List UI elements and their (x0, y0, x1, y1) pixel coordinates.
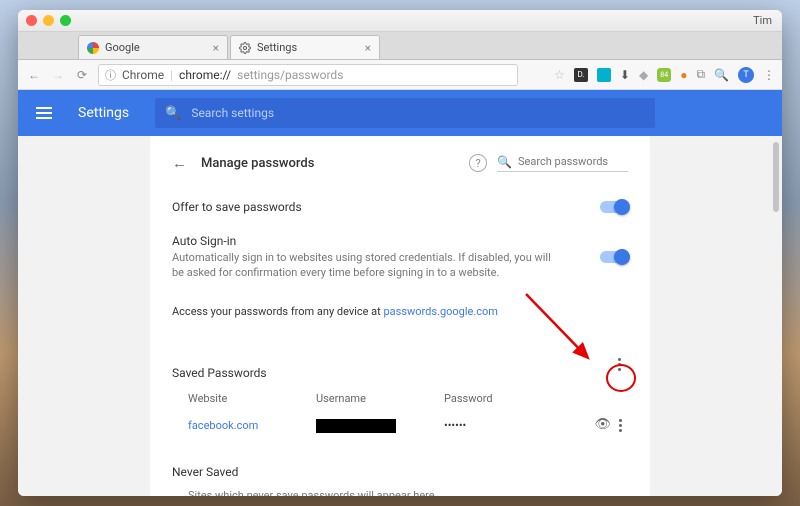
extension-icon[interactable]: ◆ (639, 68, 648, 82)
close-window-button[interactable] (26, 15, 37, 26)
saved-passwords-more-button[interactable] (610, 356, 628, 374)
extension-icon[interactable]: 84 (657, 68, 671, 82)
extension-icon[interactable]: ⬇ (620, 68, 630, 82)
profile-name: Tim (753, 14, 772, 27)
zoom-window-button[interactable] (60, 15, 71, 26)
back-button[interactable]: ← (26, 68, 42, 82)
saved-passwords-label: Saved Passwords (172, 366, 610, 380)
saved-passwords-header: Saved Passwords (172, 350, 628, 380)
show-password-icon[interactable]: 👁 (594, 417, 611, 435)
card-header: ← Manage passwords ? 🔍 (172, 154, 628, 172)
offer-save-label: Offer to save passwords (172, 200, 600, 214)
browser-window: Tim Google × Settings × ← → ⟳ ⓘ Chrome |… (18, 10, 782, 496)
col-username: Username (316, 392, 444, 405)
page-title: Manage passwords (201, 156, 314, 171)
auto-signin-toggle[interactable] (600, 251, 628, 263)
menu-icon[interactable] (36, 107, 52, 119)
auto-signin-row: Auto Sign-in Automatically sign in to we… (172, 224, 628, 291)
scrollbar[interactable] (772, 136, 780, 496)
passwords-card: ← Manage passwords ? 🔍 Offer to save pas… (150, 136, 650, 496)
passwords-search[interactable]: 🔍 (497, 155, 628, 172)
toolbar: ← → ⟳ ⓘ Chrome | chrome://settings/passw… (18, 60, 782, 90)
settings-header: Settings 🔍 (18, 90, 782, 136)
content-area: ← Manage passwords ? 🔍 Offer to save pas… (18, 136, 782, 496)
extension-icon[interactable] (597, 68, 611, 82)
url-scheme-label: Chrome (122, 68, 164, 82)
toolbar-extensions: ☆ D. ⬇ ◆ 84 ● ⧉ 🔍 T ⋮ (554, 67, 774, 83)
tab-settings[interactable]: Settings × (230, 35, 380, 59)
avatar-icon[interactable]: T (738, 67, 754, 83)
site-info-icon[interactable]: ⓘ (105, 67, 116, 83)
col-password: Password (444, 392, 572, 405)
extension-icon[interactable]: 🔍 (714, 68, 729, 82)
url-origin: chrome:// (179, 68, 231, 82)
gear-favicon-icon (239, 42, 251, 54)
close-tab-icon[interactable]: × (213, 41, 219, 55)
offer-save-row: Offer to save passwords (172, 190, 628, 224)
settings-search[interactable]: 🔍 (155, 98, 655, 128)
settings-search-input[interactable] (191, 106, 645, 120)
access-anywhere-row: Access your passwords from any device at… (172, 291, 628, 328)
search-icon: 🔍 (165, 106, 181, 121)
never-saved-label: Never Saved (172, 465, 628, 479)
minimize-window-button[interactable] (43, 15, 54, 26)
username-redacted (316, 419, 396, 433)
extension-icon[interactable]: ● (680, 68, 687, 82)
password-row: facebook.com •••••• 👁 (172, 411, 628, 441)
url-path: settings/passwords (237, 68, 343, 82)
never-saved-description: Sites which never save passwords will ap… (188, 489, 628, 496)
close-tab-icon[interactable]: × (365, 41, 371, 55)
macos-titlebar: Tim (18, 10, 782, 32)
site-link[interactable]: facebook.com (188, 419, 316, 432)
password-table-header: Website Username Password (172, 392, 628, 411)
tab-google[interactable]: Google × (78, 35, 228, 59)
address-bar[interactable]: ⓘ Chrome | chrome://settings/passwords (98, 64, 518, 86)
col-website: Website (188, 392, 316, 405)
password-masked: •••••• (444, 419, 572, 432)
back-arrow-icon[interactable]: ← (172, 154, 187, 172)
reload-button[interactable]: ⟳ (74, 68, 90, 82)
row-more-button[interactable] (619, 417, 622, 435)
forward-button[interactable]: → (50, 68, 66, 82)
extension-icon[interactable]: D. (574, 68, 588, 82)
extension-icon[interactable]: ⧉ (696, 67, 705, 82)
help-icon[interactable]: ? (469, 154, 487, 172)
tab-label: Settings (257, 41, 297, 54)
offer-save-toggle[interactable] (600, 201, 628, 213)
passwords-google-link[interactable]: passwords.google.com (384, 305, 498, 318)
auto-signin-description: Automatically sign in to websites using … (172, 250, 552, 281)
search-icon: 🔍 (497, 155, 512, 169)
tab-label: Google (105, 41, 140, 54)
tab-strip: Google × Settings × (18, 32, 782, 60)
bookmark-star-icon[interactable]: ☆ (554, 68, 565, 82)
traffic-lights (26, 15, 71, 26)
scrollbar-thumb[interactable] (773, 142, 779, 212)
access-anywhere-text: Access your passwords from any device at (172, 305, 384, 318)
settings-title: Settings (78, 105, 129, 121)
auto-signin-label: Auto Sign-in (172, 234, 600, 248)
chrome-menu-button[interactable]: ⋮ (763, 68, 774, 82)
passwords-search-input[interactable] (518, 155, 628, 168)
google-favicon-icon (87, 42, 99, 54)
